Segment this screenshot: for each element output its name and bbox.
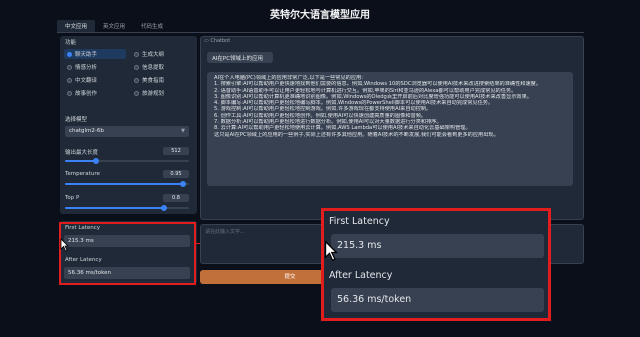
slider-thumb[interactable] (93, 158, 99, 164)
radio-dot-icon (134, 51, 139, 57)
radio-dot-icon (67, 77, 72, 83)
radio-label: 故事创作 (75, 91, 98, 97)
radio-story[interactable]: 故事创作 (64, 88, 126, 98)
slider-fill (65, 160, 96, 162)
radio-label: 中文翻译 (75, 78, 98, 84)
radio-dot-icon (67, 64, 72, 70)
radio-label: 信息提取 (142, 65, 165, 71)
radio-dot-icon (67, 51, 72, 57)
model-select[interactable]: chatglm2-6b ▼ (65, 126, 189, 137)
tab-english-apps[interactable]: 英文应用 (95, 20, 133, 32)
function-section-label: 功能 (65, 40, 77, 46)
reply-line: 1. 搜索引擎:AI可以帮助用户更快速地找到他们需要的信息。例如,Windows… (214, 81, 542, 88)
latency-zoom-callout: First Latency 215.3 ms After Latency 56.… (321, 208, 551, 321)
radio-extraction[interactable]: 信息提取 (131, 62, 193, 72)
radio-food-guide[interactable]: 美食指南 (131, 75, 193, 85)
radio-travel[interactable]: 旅游规划 (131, 88, 193, 98)
reply-line: 这只是AI在PC领域上的应用的一些例子,实际上还有许多其他应用。随着AI技术的不… (214, 131, 499, 138)
max-length-value[interactable]: 512 (163, 147, 189, 155)
chatbot-label: ▭ Chatbot (204, 38, 230, 44)
radio-dot-icon (134, 77, 139, 83)
radio-label: 生成大纲 (142, 52, 165, 58)
top-p-value[interactable]: 0.8 (163, 194, 189, 202)
radio-translation[interactable]: 中文翻译 (64, 75, 126, 85)
tab-code-generation[interactable]: 代码生成 (133, 20, 171, 32)
chatbot-label-text: Chatbot (210, 38, 231, 44)
radio-dot-icon (134, 90, 139, 96)
tab-divider (57, 32, 584, 33)
bot-reply: AI在个人电脑(PC)领域上的应用非常广泛,以下是一些常见的应用: 1. 搜索引… (207, 72, 573, 186)
radio-label: 聊天助手 (75, 52, 98, 58)
radio-dot-icon (67, 90, 72, 96)
zoom-first-latency-value: 215.3 ms (331, 234, 544, 258)
top-p-label: Top P (65, 195, 80, 201)
tab-bar: 中文应用 英文应用 代码生成 (57, 20, 171, 32)
max-length-slider[interactable] (65, 158, 189, 164)
radio-chat-assistant[interactable]: 聊天助手 (64, 49, 126, 59)
user-message: AI在PC领域上的应用 (207, 52, 273, 63)
mouse-cursor-icon (60, 238, 69, 252)
radio-dot-icon (134, 64, 139, 70)
slider-thumb[interactable] (179, 181, 186, 187)
temperature-slider[interactable] (65, 181, 189, 187)
temperature-label: Temperature (65, 171, 100, 177)
radio-label: 美食指南 (142, 78, 165, 84)
radio-outline[interactable]: 生成大纲 (131, 49, 193, 59)
tab-chinese-apps[interactable]: 中文应用 (57, 20, 96, 32)
radio-label: 情感分析 (75, 65, 98, 71)
zoom-after-latency-label: After Latency (329, 270, 393, 281)
slider-fill (65, 183, 183, 185)
reply-line: 2. 语音助手:AI语音助手可以让用户更轻松地与计算机进行交互。例如,苹果的Si… (214, 87, 517, 94)
app-title: 英特尔大语言模型应用 (270, 10, 370, 21)
model-section-label: 选择模型 (65, 117, 88, 123)
temperature-value[interactable]: 0.95 (163, 170, 189, 178)
zoom-first-latency-label: First Latency (329, 216, 390, 227)
highlight-box (59, 222, 196, 285)
chevron-down-icon: ▼ (181, 128, 185, 134)
model-select-value: chatglm2-6b (69, 128, 104, 134)
zoom-after-latency-value: 56.36 ms/token (331, 288, 544, 312)
radio-label: 旅游规划 (142, 91, 165, 97)
mouse-cursor-icon-large (324, 240, 338, 262)
radio-sentiment[interactable]: 情感分析 (64, 62, 126, 72)
max-length-label: 输出最大长度 (65, 150, 99, 156)
top-p-slider[interactable] (65, 205, 189, 211)
slider-fill (65, 207, 165, 209)
